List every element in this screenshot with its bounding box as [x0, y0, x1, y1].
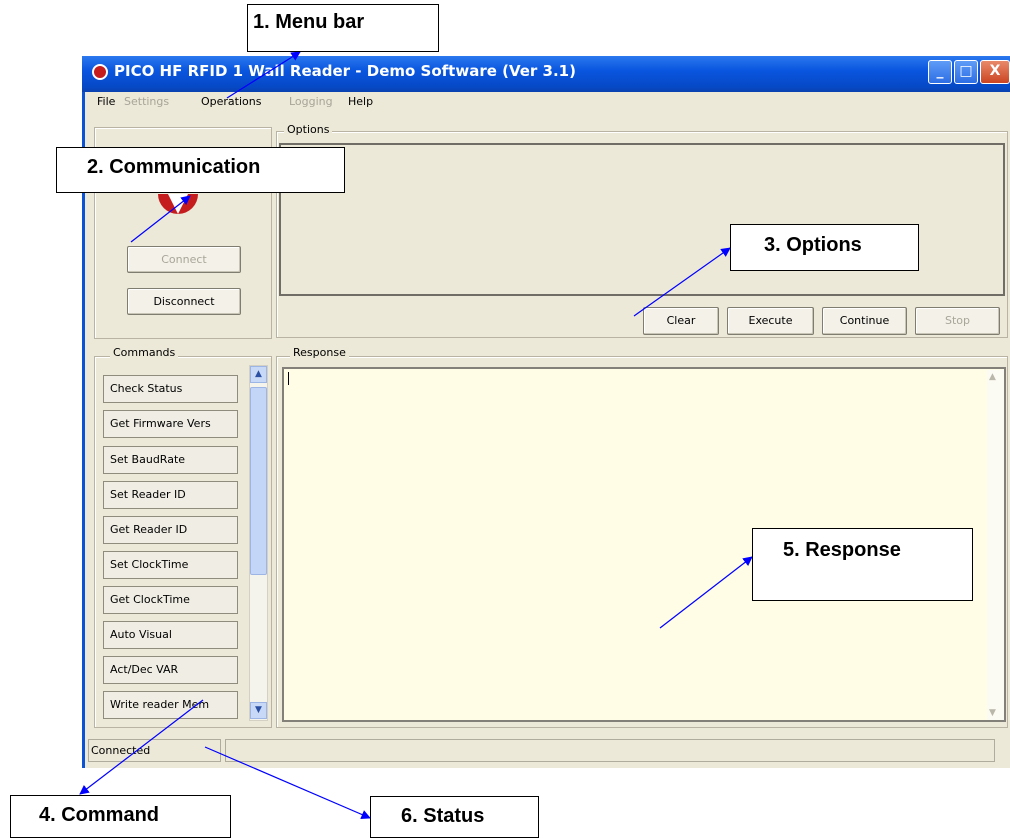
callout-command: 4. Command — [10, 795, 231, 838]
callout-menu-bar: 1. Menu bar — [247, 4, 439, 52]
callout-communication: 2. Communication — [56, 147, 345, 193]
callout-status: 6. Status — [370, 796, 539, 838]
callout-options: 3. Options — [730, 224, 919, 271]
callout-response: 5. Response — [752, 528, 973, 601]
callout-arrows — [79, 51, 753, 819]
